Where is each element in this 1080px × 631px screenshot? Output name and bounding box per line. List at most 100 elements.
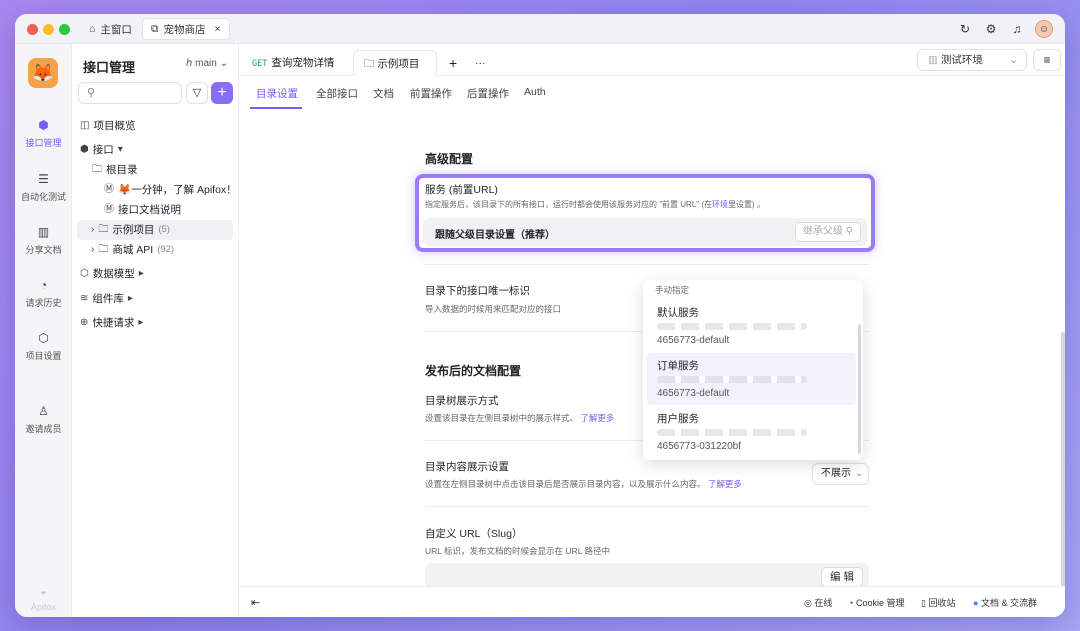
tree-item-overview[interactable]: ◫ 项目概览: [80, 116, 135, 136]
automation-icon: ☰: [38, 172, 49, 186]
search-input[interactable]: ⚲: [78, 82, 182, 104]
tree-item-components[interactable]: ≋ 组件库 ▸: [80, 289, 133, 309]
tree-item-quick-request[interactable]: ⊕ 快捷请求 ▸: [80, 313, 143, 333]
service-select[interactable]: 跟随父级目录设置（推荐） 继承父级 ⚲: [423, 218, 867, 246]
close-window-button[interactable]: [27, 24, 38, 35]
more-tabs-button[interactable]: ···: [465, 50, 496, 76]
subtab-all-apis[interactable]: 全部接口: [316, 86, 358, 101]
dropdown-option[interactable]: 订单服务 4656773-default: [647, 353, 856, 405]
advanced-config-title: 高级配置: [425, 152, 474, 166]
option-url: 4656773-default: [657, 388, 730, 399]
tree-item-data-models[interactable]: ⬡ 数据模型 ▸: [80, 264, 144, 284]
content-scrollbar[interactable]: [1061, 332, 1065, 586]
add-button[interactable]: +: [211, 82, 233, 104]
tree-item-mall-api[interactable]: › 🗀 商城 API (92): [91, 240, 174, 260]
menu-button[interactable]: ≡: [1033, 49, 1061, 71]
content-display-select[interactable]: 不展示 ⌄: [812, 463, 869, 485]
learn-more-link[interactable]: 了解更多: [580, 413, 614, 423]
tab-pet-store[interactable]: ⧉ 宠物商店 ×: [142, 18, 230, 40]
environment-selector[interactable]: ▥ 测试环境 ⌄: [917, 49, 1027, 71]
link-icon: ⧉: [151, 22, 159, 35]
tree-label: 数据模型: [92, 268, 135, 280]
caret-icon: ▸: [127, 293, 133, 304]
avatar[interactable]: ☺: [1035, 20, 1053, 38]
minimize-window-button[interactable]: [43, 24, 54, 35]
online-status[interactable]: ◎ 在线: [804, 596, 832, 609]
rail-item-history[interactable]: ◔ 请求历史: [15, 278, 72, 309]
close-tab-icon[interactable]: ×: [215, 23, 221, 35]
tree-label: 根目录: [106, 164, 138, 176]
environment-label: 测试环境: [940, 54, 983, 66]
rail-item-api[interactable]: ⬢ 接口管理: [15, 118, 72, 149]
tab-label: 查询宠物详情: [271, 57, 335, 69]
main-panel: GET 查询宠物详情 🗀 示例项目 + ··· ▥ 测试环境 ⌄ ≡ 目录设置 全…: [239, 44, 1065, 617]
bell-icon[interactable]: ♫: [1009, 21, 1025, 37]
status-bar: ⇤ ◎ 在线 ◔ Cookie 管理 ▯ 回收站 ● 文档 & 交流群: [239, 586, 1065, 617]
dropdown-scrollbar[interactable]: [858, 324, 861, 454]
environment-link[interactable]: 环境: [712, 200, 728, 209]
slug-field[interactable]: 编 辑: [425, 563, 869, 586]
tab-example-project[interactable]: 🗀 示例项目: [353, 50, 437, 76]
apifox-icon: ◒: [39, 584, 48, 598]
branch-icon: ℎ: [186, 58, 193, 69]
overview-icon: ◫: [80, 120, 90, 131]
clock-icon: ◔: [39, 278, 48, 292]
invite-icon: ♙: [38, 404, 49, 418]
subtab-docs[interactable]: 文档: [373, 86, 394, 101]
sidebar-title: 接口管理: [83, 60, 136, 75]
new-tab-button[interactable]: +: [439, 50, 467, 76]
recycle-bin-button[interactable]: ▯ 回收站: [921, 596, 955, 609]
cookie-manager-button[interactable]: ◔ Cookie 管理: [848, 596, 904, 609]
dropdown-option[interactable]: 用户服务 4656773-031220bf: [647, 406, 856, 458]
divider: [425, 506, 870, 507]
tab-get-pet-detail[interactable]: GET 查询宠物详情: [242, 50, 344, 76]
cube-icon: ⬡: [80, 268, 89, 279]
hamburger-icon: ≡: [1043, 53, 1051, 67]
layers-icon: ≋: [80, 293, 89, 304]
option-name: 默认服务: [657, 307, 699, 319]
rail-item-settings[interactable]: ⬡ 项目设置: [15, 331, 72, 362]
chevron-down-icon: ⌄: [219, 58, 228, 69]
subtab-pre-processors[interactable]: 前置操作: [410, 86, 452, 101]
subtab-directory-settings[interactable]: 目录设置: [256, 86, 298, 101]
filter-button[interactable]: ▽: [186, 82, 208, 104]
tree-item-api[interactable]: ⬢ 接口 ▾: [80, 140, 123, 160]
docs-community-button[interactable]: ● 文档 & 交流群: [973, 596, 1037, 609]
maximize-window-button[interactable]: [59, 24, 70, 35]
settings-subtabs: 目录设置 全部接口 文档 前置操作 后置操作 Auth: [239, 76, 1065, 110]
filter-icon: ▽: [192, 87, 202, 99]
dropdown-option[interactable]: 默认服务 4656773-default: [647, 300, 856, 352]
tree-item-doc-intro[interactable]: Ⓜ 🦊一分钟，了解 Apifox！: [104, 180, 237, 200]
branch-selector[interactable]: ℎ main ⌄: [186, 58, 228, 69]
option-url: 4656773-default: [657, 335, 730, 346]
markdown-icon: Ⓜ: [104, 204, 114, 215]
rail-item-invite[interactable]: ♙ 邀请成员: [15, 404, 72, 435]
published-config-title: 发布后的文档配置: [425, 364, 522, 378]
edit-slug-button[interactable]: 编 辑: [821, 567, 863, 586]
service-value: 跟随父级目录设置（推荐）: [435, 230, 555, 241]
tree-item-doc-guide[interactable]: Ⓜ 接口文档说明: [104, 200, 181, 220]
settings-icon: ⬡: [38, 331, 49, 345]
check-circle-icon: ◎: [804, 598, 812, 608]
subtab-post-processors[interactable]: 后置操作: [467, 86, 509, 101]
learn-more-link[interactable]: 了解更多: [708, 479, 742, 489]
option-name: 订单服务: [657, 360, 699, 372]
collapse-sidebar-icon[interactable]: ⇤: [251, 596, 260, 609]
project-logo[interactable]: 🦊: [28, 58, 58, 88]
slug-description: URL 标识，发布文档的时候会显示在 URL 路径中: [425, 546, 610, 556]
tab-label: 主窗口: [100, 23, 132, 36]
inherit-parent-button[interactable]: 继承父级 ⚲: [795, 222, 861, 242]
trash-icon: ▯: [921, 598, 926, 608]
tree-item-root[interactable]: 🗀 根目录: [92, 160, 138, 180]
tree-item-example-project[interactable]: › 🗀 示例项目 (5): [77, 220, 233, 240]
gear-icon[interactable]: ⚙: [983, 21, 999, 37]
app-window: ⌂ 主窗口 ⧉ 宠物商店 × ↻ ⚙ ♫ ☺ 🦊 ⬢ 接口管理 ☰ 自动化测试 …: [15, 14, 1065, 617]
rail-item-share-docs[interactable]: ▥ 分享文档: [15, 225, 72, 256]
option-url: 4656773-031220bf: [657, 441, 741, 452]
tab-main-window[interactable]: ⌂ 主窗口: [81, 18, 140, 40]
subtab-auth[interactable]: Auth: [524, 86, 546, 98]
rail-item-automation[interactable]: ☰ 自动化测试: [15, 172, 72, 203]
refresh-icon[interactable]: ↻: [957, 21, 973, 37]
tree-label: 接口文档说明: [118, 204, 181, 216]
unique-id-description: 导入数据的时候用来匹配对应的接口: [425, 304, 562, 314]
